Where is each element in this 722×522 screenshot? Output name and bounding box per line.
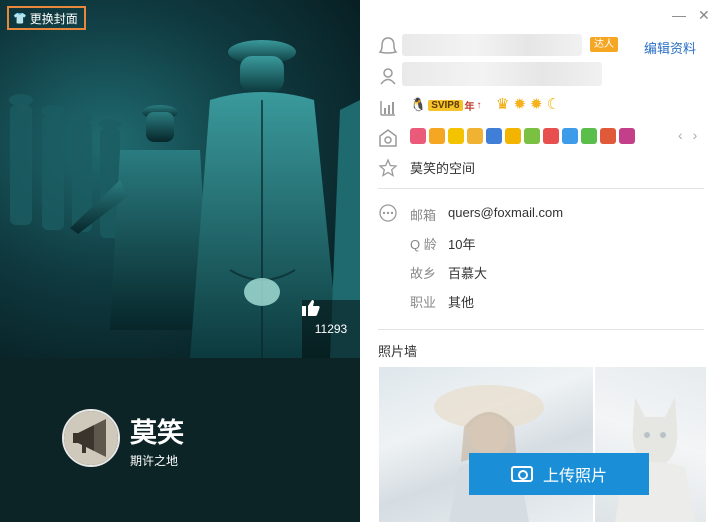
profile-details-panel: — ✕ 达人 编辑资料 🐧 SVIP8 年 ↑ ♛ ✹ ✹ ☾ ‹ › 莫笑的空… xyxy=(360,0,722,522)
svip-badge[interactable]: 🐧 SVIP8 年 ↑ xyxy=(410,97,482,113)
chevron-left-icon[interactable]: ‹ xyxy=(678,127,683,143)
upload-photo-label: 上传照片 xyxy=(542,468,607,485)
qq-age-value: 10年 xyxy=(448,237,476,252)
thumbs-up-icon xyxy=(302,300,320,316)
card-badge-icon[interactable] xyxy=(543,128,559,144)
signature: 期许之地 xyxy=(130,454,179,468)
hometown-label: 故乡 xyxy=(410,266,437,281)
service-badges xyxy=(410,128,635,144)
photo-badge-icon[interactable] xyxy=(619,128,635,144)
mail-badge-icon[interactable] xyxy=(562,128,578,144)
photo-girl-thumbnail[interactable] xyxy=(379,367,593,522)
qq-penguin-small-icon: 🐧 xyxy=(410,97,427,112)
photo-wall-title: 照片墙 xyxy=(378,344,418,359)
email-label: 邮箱 xyxy=(410,208,437,223)
chevron-right-icon[interactable]: › xyxy=(693,127,698,143)
occupation-label: 职业 xyxy=(410,295,437,310)
gift-badge-icon[interactable] xyxy=(581,128,597,144)
sun-icon: ✹ xyxy=(513,96,527,113)
qq-number-blurred xyxy=(402,34,582,56)
megaphone-avatar-image xyxy=(64,411,118,465)
photo-girl-image xyxy=(434,385,544,522)
level-icons: ♛ ✹ ✹ ☾ xyxy=(496,95,560,113)
email-value: quers@foxmail.com xyxy=(448,205,564,220)
occupation-value: 其他 xyxy=(448,295,475,310)
qzone-link[interactable]: 莫笑的空间 xyxy=(410,158,475,177)
diamond-badge-icon[interactable] xyxy=(486,128,502,144)
qq-age-label: Q 龄 xyxy=(410,237,437,252)
badge-house-icon xyxy=(379,129,397,147)
music-badge-icon[interactable] xyxy=(600,128,616,144)
photo-wall: 上传照片 xyxy=(379,367,706,522)
camera-icon xyxy=(510,466,533,482)
change-cover-label: 更换封面 xyxy=(29,11,78,26)
close-button[interactable]: ✕ xyxy=(698,8,710,22)
divider xyxy=(378,188,704,189)
shirt-icon: 👕 xyxy=(13,12,27,25)
upload-photo-button[interactable]: 上传照片 xyxy=(469,453,649,495)
arrow-up-icon: ↑ xyxy=(476,99,482,111)
crown-icon: ♛ xyxy=(496,96,510,113)
photo-cat-thumbnail[interactable] xyxy=(595,367,706,522)
level-chart-icon xyxy=(380,101,395,116)
photo-cat-image xyxy=(615,397,695,522)
expert-badge-label: 达人 xyxy=(594,39,614,50)
minimize-button[interactable]: — xyxy=(672,8,686,22)
heart-badge-icon[interactable] xyxy=(410,128,426,144)
star-badge-icon[interactable] xyxy=(505,128,521,144)
expert-badge[interactable]: 达人 xyxy=(590,37,618,52)
ticket-badge-icon[interactable] xyxy=(467,128,483,144)
emoji-badge-icon[interactable] xyxy=(429,128,445,144)
like-count: 11293 xyxy=(314,322,348,336)
qq-penguin-icon xyxy=(378,37,398,54)
change-cover-button[interactable]: 👕 更换封面 xyxy=(7,6,86,30)
game-badge-icon[interactable] xyxy=(524,128,540,144)
moon-icon: ☾ xyxy=(546,96,561,113)
sun-icon: ✹ xyxy=(530,96,543,113)
personal-info-blurred xyxy=(402,62,602,86)
personal-info-row xyxy=(360,62,722,90)
cover-image: 👕 更换封面 11293 xyxy=(0,0,360,358)
svip-label: SVIP8 xyxy=(428,99,463,111)
avatar[interactable] xyxy=(62,409,120,467)
more-info-icon xyxy=(379,204,397,222)
edit-profile-link[interactable]: 编辑资料 xyxy=(644,38,696,57)
divider xyxy=(378,329,704,330)
badge-pager: ‹ › xyxy=(678,127,697,143)
svip-year: 年 xyxy=(464,101,475,113)
cover-panel: 👕 更换封面 11293 莫笑 期许之地 xyxy=(0,0,360,522)
nickname: 莫笑 xyxy=(130,418,184,448)
penguin-badge-icon[interactable] xyxy=(448,128,464,144)
like-button[interactable]: 11293 xyxy=(302,300,360,358)
hometown-value: 百慕大 xyxy=(448,266,488,281)
star-icon xyxy=(378,158,398,177)
person-icon xyxy=(380,68,396,85)
